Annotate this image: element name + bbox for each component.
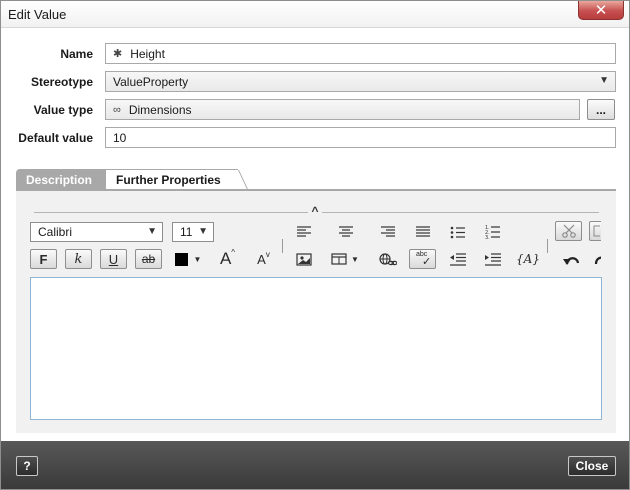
- font-shrink-button[interactable]: Av: [250, 249, 277, 269]
- redo-button[interactable]: [591, 249, 601, 269]
- name-value: Height: [130, 46, 165, 61]
- insert-image-button[interactable]: [290, 249, 317, 269]
- text-color-button[interactable]: ▼: [171, 249, 205, 269]
- bullet-list-icon: [450, 226, 465, 238]
- font-size-value: 11: [180, 225, 193, 239]
- align-left-button[interactable]: [290, 222, 317, 242]
- outdent-icon: [449, 252, 466, 266]
- bold-button[interactable]: F: [30, 249, 57, 269]
- stereotype-value: ValueProperty: [113, 74, 189, 89]
- close-icon: ✕: [594, 2, 608, 19]
- tab-further-properties[interactable]: Further Properties: [106, 169, 238, 190]
- toolbar-separator: [547, 239, 548, 253]
- svg-text:3.: 3.: [485, 235, 490, 239]
- dialog-footer: ? Close: [1, 441, 629, 489]
- underline-icon: U: [108, 251, 119, 267]
- strikethrough-icon: ab: [141, 252, 156, 266]
- hyperlink-button[interactable]: [374, 249, 401, 269]
- edit-value-dialog: Edit Value ✕ Name ✱ Height Stereotype Va…: [0, 0, 630, 490]
- insert-image-icon: [295, 252, 312, 266]
- underline-button[interactable]: U: [100, 249, 127, 269]
- grow-caret-icon: ^: [231, 247, 236, 257]
- chevron-down-icon: ▼: [599, 75, 609, 86]
- name-required-icon: ✱: [113, 48, 123, 60]
- insert-table-icon: [331, 253, 347, 265]
- window-title: Edit Value: [8, 7, 67, 22]
- outdent-button[interactable]: [444, 249, 471, 269]
- help-button[interactable]: ?: [16, 456, 38, 476]
- font-shrink-icon: A: [257, 251, 266, 267]
- copy-icon: [593, 225, 600, 237]
- collapse-caret-icon[interactable]: ^: [308, 204, 322, 218]
- value-type-label: Value type: [33, 103, 93, 117]
- default-value-label: Default value: [18, 131, 93, 145]
- toolbar-separator: [282, 239, 283, 253]
- link-icon: ∞: [113, 103, 121, 116]
- strikethrough-button[interactable]: ab: [135, 249, 162, 269]
- align-left-icon: [296, 226, 311, 237]
- default-value-input[interactable]: 10: [105, 127, 616, 148]
- description-editor[interactable]: [30, 277, 602, 420]
- cut-icon: [561, 224, 576, 238]
- spellcheck-button[interactable]: abc ✓: [409, 249, 436, 269]
- font-family-value: Calibri: [38, 225, 73, 239]
- value-type-field[interactable]: ∞ Dimensions: [105, 99, 580, 120]
- font-grow-icon: A: [219, 249, 232, 268]
- redo-icon: [594, 256, 601, 265]
- default-value: 10: [113, 130, 127, 145]
- align-center-icon: [338, 226, 353, 237]
- spellcheck-icon: ✓: [422, 256, 432, 268]
- numbered-list-icon: 1.2.3.: [485, 225, 500, 239]
- name-input[interactable]: ✱ Height: [105, 43, 616, 64]
- indent-button[interactable]: [479, 249, 506, 269]
- stereotype-label: Stereotype: [30, 75, 93, 89]
- undo-button[interactable]: [557, 249, 584, 269]
- italic-icon: k: [74, 251, 83, 267]
- chevron-down-icon: ▼: [193, 254, 202, 264]
- close-button[interactable]: Close: [568, 456, 616, 476]
- name-label: Name: [60, 47, 93, 61]
- window-close-button[interactable]: ✕: [578, 1, 624, 20]
- bold-icon: F: [39, 251, 48, 267]
- browse-value-type-button[interactable]: ...: [587, 99, 615, 120]
- chevron-down-icon: ▼: [147, 226, 157, 237]
- stereotype-select[interactable]: ValueProperty ▼: [105, 71, 616, 92]
- copy-button[interactable]: [589, 221, 601, 241]
- font-family-select[interactable]: Calibri ▼: [30, 222, 163, 242]
- align-right-button[interactable]: [374, 222, 401, 242]
- align-center-button[interactable]: [332, 222, 359, 242]
- text-color-swatch: [174, 252, 188, 266]
- font-size-select[interactable]: 11 ▼: [172, 222, 214, 242]
- shrink-caret-icon: v: [265, 249, 270, 259]
- numbered-list-button[interactable]: 1. 2. 3.: [479, 222, 506, 242]
- cut-button[interactable]: [555, 221, 582, 241]
- value-type-value: Dimensions: [128, 102, 192, 117]
- title-bar: Edit Value ✕: [1, 1, 629, 28]
- tab-description[interactable]: Description: [16, 169, 116, 190]
- insert-field-button[interactable]: {A}: [513, 249, 543, 269]
- italic-button[interactable]: k: [65, 249, 92, 269]
- indent-icon: [484, 252, 501, 266]
- bullet-list-button[interactable]: [444, 222, 471, 242]
- align-right-icon: [380, 226, 395, 237]
- justify-icon: [415, 226, 430, 237]
- font-grow-button[interactable]: A ^: [214, 247, 241, 269]
- undo-icon: [562, 257, 579, 265]
- insert-table-button[interactable]: ▼: [327, 249, 363, 269]
- justify-button[interactable]: [409, 222, 436, 242]
- hyperlink-icon: [378, 253, 397, 266]
- chevron-down-icon: ▼: [198, 226, 208, 237]
- insert-field-icon: {A}: [516, 252, 540, 266]
- chevron-down-icon: ▼: [351, 254, 359, 264]
